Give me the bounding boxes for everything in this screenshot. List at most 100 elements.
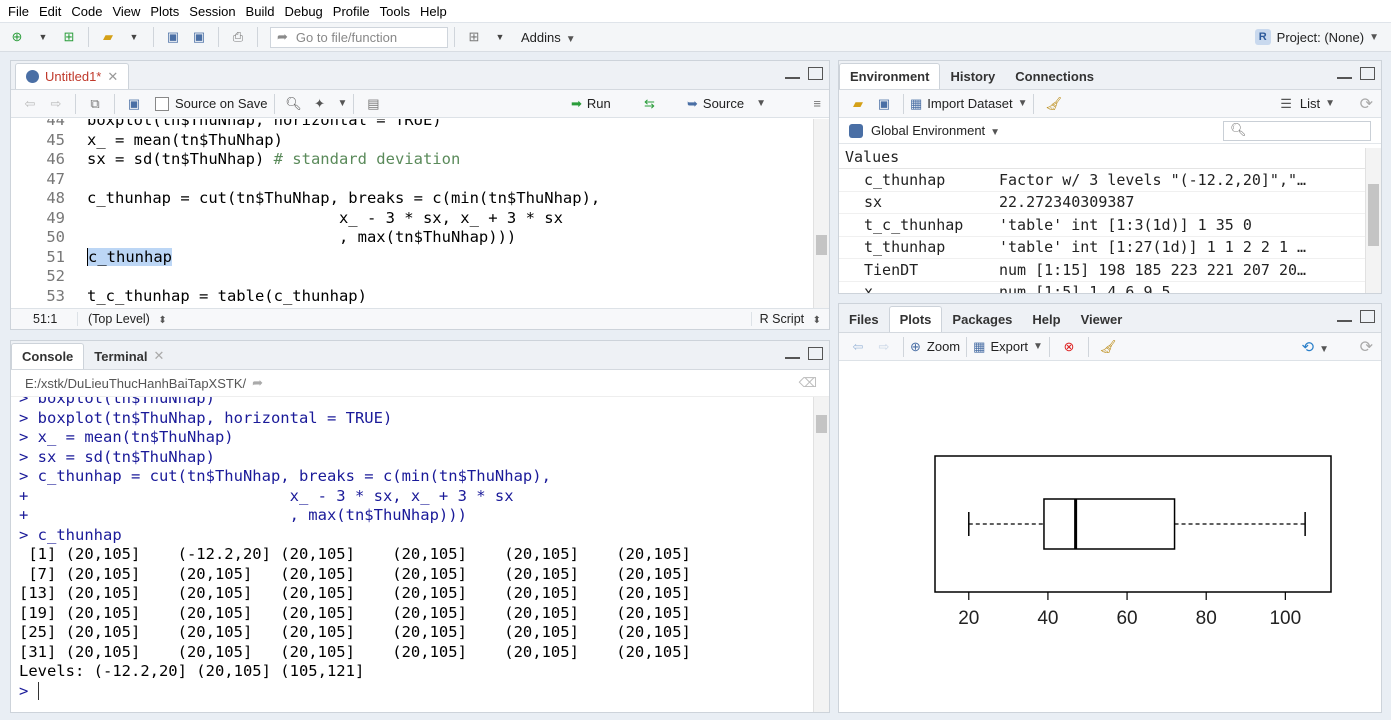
search-icon[interactable]: 🔍︎ — [283, 93, 305, 115]
menu-profile[interactable]: Profile — [328, 4, 375, 19]
menu-edit[interactable]: Edit — [34, 4, 66, 19]
broom-icon[interactable]: 🧹︎ — [1097, 336, 1119, 358]
env-row[interactable]: c_thunhap Factor w/ 3 levels "(-12.2,20]"… — [839, 169, 1365, 192]
close-tab-icon[interactable]: ✕ — [154, 348, 165, 364]
magic-wand-icon[interactable]: ✦ — [309, 93, 331, 115]
scope-dropdown[interactable]: Global Environment ▼ — [871, 123, 1000, 138]
tab-history[interactable]: History — [940, 63, 1005, 89]
menu-code[interactable]: Code — [66, 4, 107, 19]
close-tab-icon[interactable]: ✕ — [107, 69, 118, 85]
view-mode-list[interactable]: ☰ List ▼ — [1280, 96, 1335, 112]
minimize-icon[interactable] — [785, 75, 800, 79]
env-scrollbar[interactable] — [1365, 148, 1381, 293]
code-editor[interactable]: 44 45 46 47 48 49 50 51 52 53 boxplot(tn$ThuNhap,… — [11, 119, 829, 309]
tab-console[interactable]: Console — [11, 343, 85, 369]
code-text[interactable]: boxplot(tn$ThuNhap, horizontal = TRUE) x_… — [87, 119, 600, 306]
tab-viewer[interactable]: Viewer — [1071, 306, 1133, 332]
tab-packages[interactable]: Packages — [942, 306, 1022, 332]
open-folder-icon[interactable]: ▰ — [97, 26, 119, 48]
minimize-icon[interactable] — [1337, 318, 1352, 322]
minimize-icon[interactable] — [1337, 75, 1352, 79]
save-all-icon[interactable]: ▣ — [188, 26, 210, 48]
env-row[interactable]: sx 22.272340309387 — [839, 192, 1365, 214]
env-row[interactable]: x_ num [1:5] 1 4 6 9 5 — [839, 282, 1365, 293]
clear-console-icon[interactable]: ⌫ — [799, 375, 817, 391]
menu-plots[interactable]: Plots — [145, 4, 184, 19]
code-line: boxplot(tn$ThuNhap, horizontal = TRUE) — [87, 119, 442, 129]
addins-menu[interactable]: Addins ▼ — [521, 30, 576, 45]
tab-terminal[interactable]: Terminal ✕ — [84, 343, 174, 369]
load-workspace-icon[interactable]: ▰ — [847, 93, 869, 115]
minimize-icon[interactable] — [785, 355, 800, 359]
refresh-icon[interactable]: ⟳ — [1360, 337, 1373, 357]
tab-untitled1[interactable]: Untitled1* ✕ — [15, 63, 130, 89]
env-row[interactable]: t_c_thunhap 'table' int [1:3(1d)] 1 35 0 — [839, 214, 1365, 237]
menu-session[interactable]: Session — [184, 4, 240, 19]
dropdown-icon[interactable]: ▼ — [338, 98, 348, 109]
line-number: 49 — [46, 208, 65, 227]
compile-report-icon[interactable]: ▤ — [362, 93, 384, 115]
env-search-input[interactable]: 🔍︎ — [1223, 120, 1371, 141]
project-menu[interactable]: R Project: (None) ▼ — [1254, 29, 1379, 45]
outline-icon[interactable]: ≡ — [813, 96, 821, 111]
dropdown-icon[interactable]: ▼ — [123, 26, 145, 48]
scope-selector[interactable]: (Top Level) ⬍ — [77, 312, 167, 326]
console-prompt[interactable]: > — [19, 681, 691, 702]
show-in-window-icon[interactable]: ⧉ — [84, 93, 106, 115]
broom-icon[interactable]: 🧹︎ — [1042, 93, 1064, 115]
tab-plots[interactable]: Plots — [888, 306, 943, 332]
go-to-directory-icon[interactable]: ➦ — [252, 375, 263, 391]
file-type-selector[interactable]: R Script ⬍ — [750, 312, 821, 326]
line-number: 46 — [46, 150, 65, 168]
plots-pane: Files Plots Packages Help Viewer ⇦ ⇨ ⊕ Z… — [838, 303, 1382, 713]
tab-environment[interactable]: Environment — [839, 63, 941, 89]
run-button[interactable]: ➡ Run — [571, 96, 611, 112]
dropdown-icon[interactable]: ▼ — [489, 26, 511, 48]
import-dataset-button[interactable]: ▦ Import Dataset ▼ — [910, 96, 1027, 112]
remove-plot-icon[interactable]: ⊗ — [1058, 336, 1080, 358]
menu-tools[interactable]: Tools — [375, 4, 415, 19]
grid-layout-icon[interactable]: ⊞ — [463, 26, 485, 48]
next-plot-icon[interactable]: ⇨ — [873, 336, 895, 358]
dropdown-icon[interactable]: ▼ — [32, 26, 54, 48]
env-row[interactable]: TienDT num [1:15] 198 185 223 221 207 20… — [839, 259, 1365, 282]
source-on-save-checkbox[interactable] — [155, 96, 169, 111]
save-workspace-icon[interactable]: ▣ — [873, 93, 895, 115]
tab-files[interactable]: Files — [839, 306, 889, 332]
maximize-icon[interactable] — [808, 67, 823, 80]
console-text[interactable]: > boxplot(tn$ThuNhap) > boxplot(tn$ThuNha… — [19, 397, 691, 701]
save-icon[interactable]: ▣ — [123, 93, 145, 115]
env-scroll-thumb[interactable] — [1368, 184, 1379, 246]
menu-help[interactable]: Help — [415, 4, 452, 19]
menu-file[interactable]: File — [3, 4, 34, 19]
maximize-icon[interactable] — [808, 347, 823, 360]
refresh-icon[interactable]: ⟳ — [1360, 94, 1373, 114]
print-icon[interactable]: ⎙ — [227, 26, 249, 48]
back-arrow-icon[interactable]: ⇦ — [19, 93, 41, 115]
console-scrollbar[interactable] — [813, 397, 829, 712]
menu-build[interactable]: Build — [241, 4, 280, 19]
source-button[interactable]: ➥ Source ▼ — [687, 96, 766, 112]
env-row[interactable]: t_thunhap 'table' int [1:27(1d)] 1 1 2 2 … — [839, 237, 1365, 259]
goto-file-input[interactable]: ➦ Go to file/function — [270, 26, 448, 48]
console-output[interactable]: > boxplot(tn$ThuNhap) > boxplot(tn$ThuNha… — [11, 397, 829, 712]
editor-scroll-thumb[interactable] — [816, 235, 827, 255]
previous-plot-icon[interactable]: ⇦ — [847, 336, 869, 358]
rerun-button[interactable]: ⇆ — [644, 96, 655, 112]
goto-arrow-icon: ➦ — [277, 29, 288, 44]
export-button[interactable]: ▦ Export ▼ — [973, 339, 1043, 355]
console-scroll-thumb[interactable] — [816, 415, 827, 433]
forward-arrow-icon[interactable]: ⇨ — [45, 93, 67, 115]
tab-connections[interactable]: Connections — [1005, 63, 1104, 89]
publish-icon[interactable]: ⟲ ▼ — [1302, 338, 1329, 356]
save-icon[interactable]: ▣ — [162, 26, 184, 48]
new-project-icon[interactable]: ⊞ — [58, 26, 80, 48]
maximize-icon[interactable] — [1360, 310, 1375, 323]
tab-help[interactable]: Help — [1022, 306, 1070, 332]
editor-scrollbar[interactable] — [813, 119, 829, 309]
new-file-icon[interactable]: ⊕ — [6, 26, 28, 48]
menu-debug[interactable]: Debug — [279, 4, 327, 19]
zoom-button[interactable]: ⊕ Zoom — [910, 339, 960, 355]
menu-view[interactable]: View — [107, 4, 145, 19]
maximize-icon[interactable] — [1360, 67, 1375, 80]
